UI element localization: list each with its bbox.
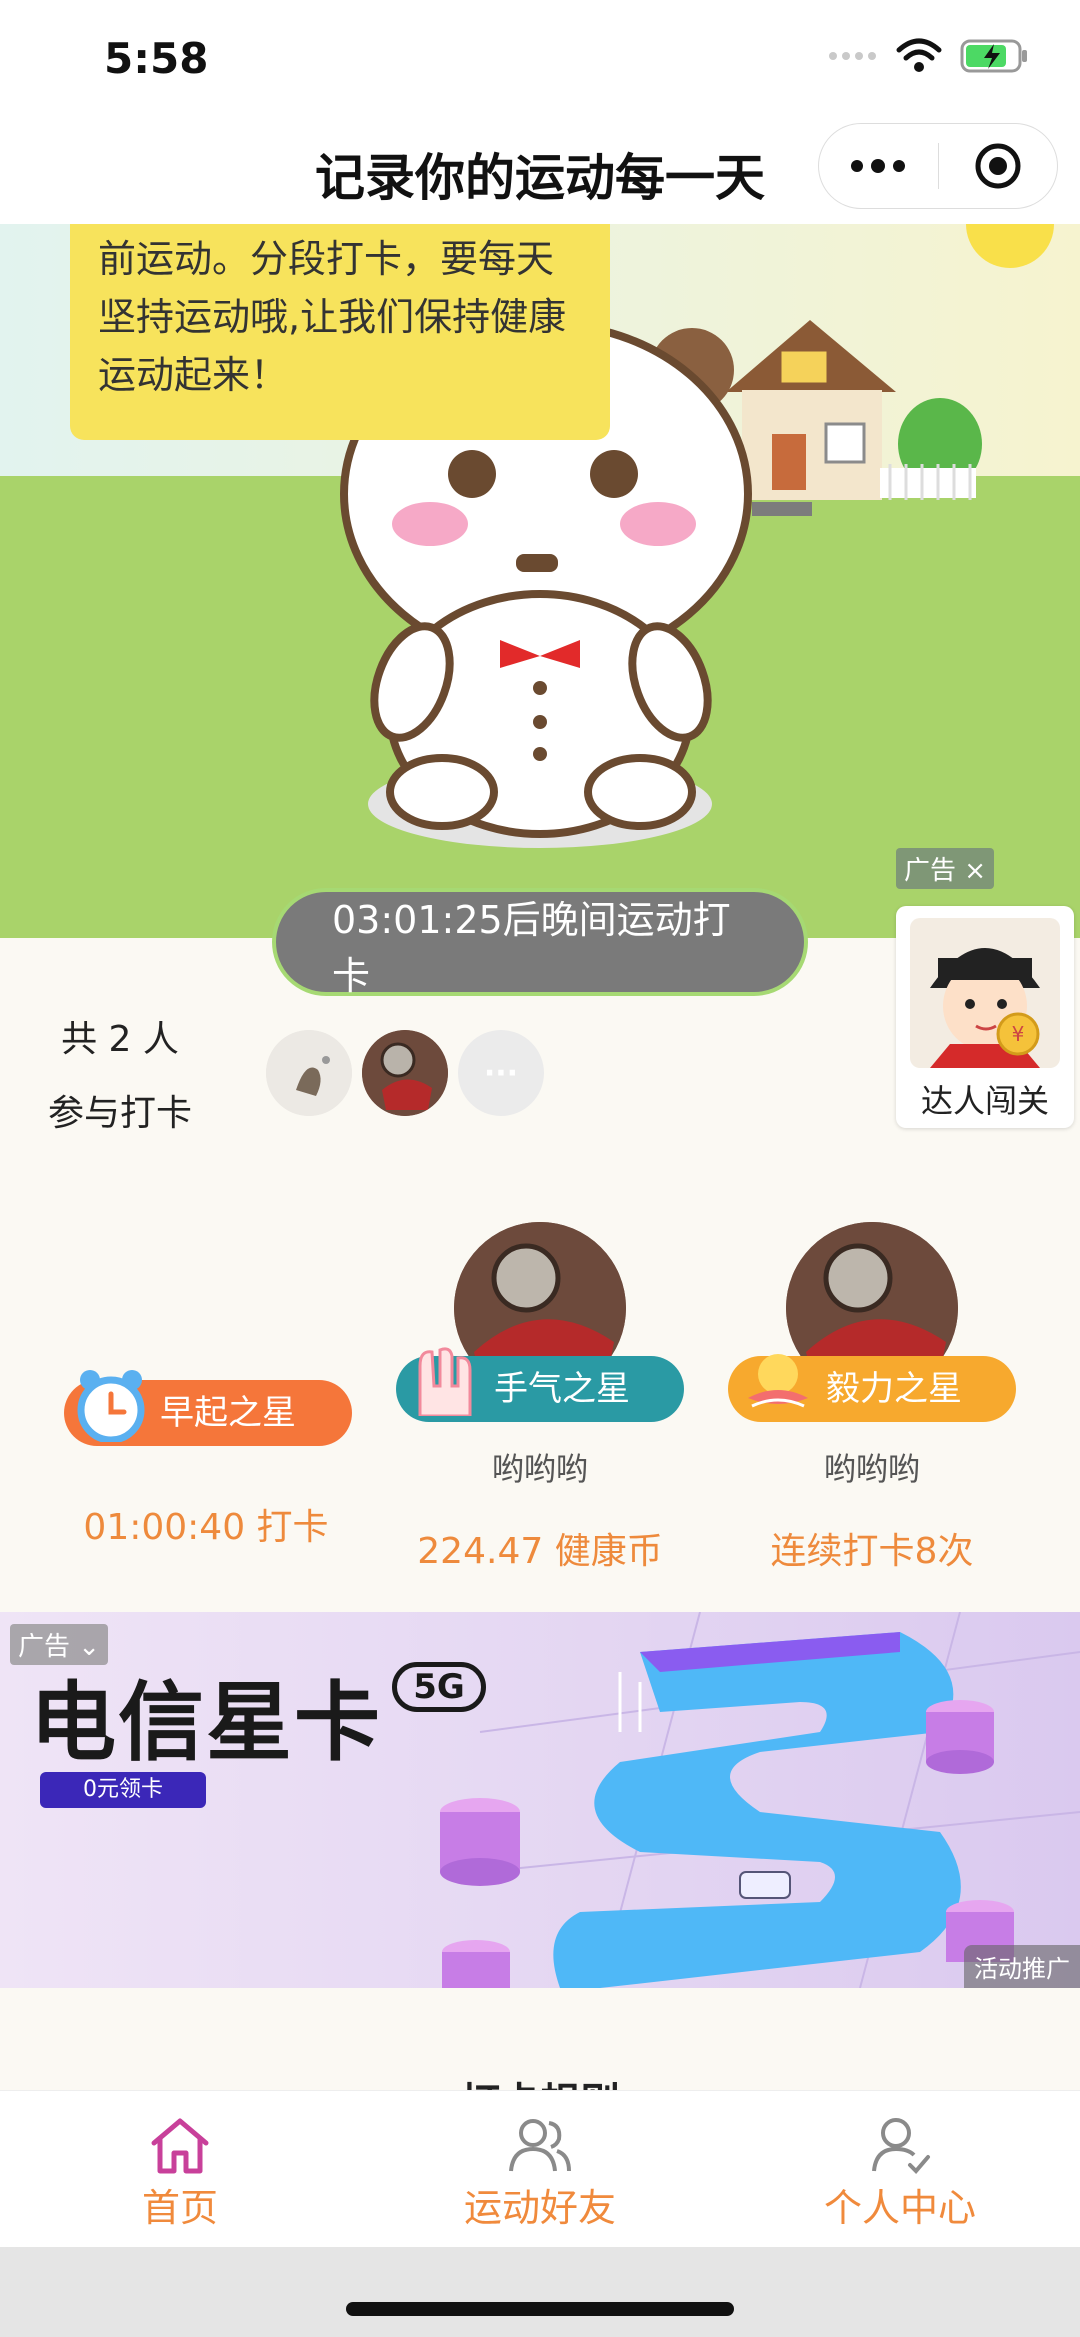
banner-promo-label: 活动推广 (964, 1945, 1080, 1988)
banner-claim-button[interactable]: 0元领卡 (40, 1772, 206, 1808)
wifi-icon (896, 38, 942, 72)
tab-user-center[interactable]: 个人中心 (720, 2091, 1080, 2248)
home-icon (151, 2118, 209, 2174)
status-icons (828, 38, 1030, 74)
home-indicator[interactable] (346, 2302, 734, 2316)
lucky-star-stat: 224.47 健康币 (417, 1531, 663, 1572)
hand-icon (418, 1347, 472, 1416)
banner-5g-badge: 5G (392, 1662, 486, 1712)
speech-bubble: 前运动。分段打卡，要每天 坚持运动哦,让我们保持健康 运动起来！ (70, 224, 610, 440)
target-close-icon (975, 143, 1021, 189)
status-time: 5:58 (104, 34, 209, 83)
countdown-text: 03:01:25后晚间运动打卡 (332, 898, 731, 998)
countdown-pill[interactable]: 03:01:25后晚间运动打卡 (272, 888, 808, 998)
close-icon[interactable]: × (964, 856, 986, 886)
persistence-star-name: 哟哟哟 (823, 1450, 920, 1488)
tab-user-center-label: 个人中心 (823, 2186, 976, 2230)
tab-bar: 首页 运动好友 个人中心 (0, 2090, 1080, 2247)
svg-text:¥: ¥ (1012, 1022, 1025, 1046)
signal-icon (829, 52, 876, 60)
tab-home[interactable]: 首页 (0, 2091, 360, 2248)
battery-charging-icon (960, 39, 1027, 73)
early-riser-stat: 01:00:40 打卡 (83, 1507, 329, 1548)
early-riser-badge-label: 早起之星 (160, 1393, 296, 1433)
more-button[interactable] (819, 124, 938, 208)
speech-line: 前运动。分段打卡，要每天 (98, 237, 555, 281)
participants-label: 参与打卡 (47, 1093, 192, 1134)
scholar-character-image: ¥ (910, 918, 1060, 1068)
chevron-down-icon: ⌄ (78, 1632, 101, 1662)
ad-tag-label: 广告 (904, 856, 957, 886)
persistence-star-badge-label: 毅力之星 (826, 1369, 962, 1409)
hero-scene: 前运动。分段打卡，要每天 坚持运动哦,让我们保持健康 运动起来！ (0, 224, 1080, 938)
speech-line: 坚持运动哦,让我们保持健康 (98, 295, 567, 339)
alarm-clock-icon (77, 1370, 145, 1442)
nav-bar: 记录你的运动每一天 (0, 120, 1080, 224)
more-participants-label: ··· (483, 1055, 519, 1091)
mini-program-capsule (818, 123, 1058, 209)
more-participants-button[interactable]: ··· (458, 1030, 544, 1116)
banner-ad-tag[interactable]: 广告 ⌄ (10, 1624, 109, 1665)
avatar[interactable] (362, 1030, 448, 1116)
banner-ad-tag-label: 广告 (18, 1632, 71, 1662)
status-bar: 5:58 (0, 0, 1080, 120)
speech-line: 运动起来！ (98, 353, 289, 397)
persistence-star-stat: 连续打卡8次 (770, 1531, 974, 1572)
lucky-star-name: 哟哟哟 (491, 1450, 588, 1488)
participants-count-text: 共 2 人 (61, 1019, 179, 1060)
home-indicator-area (0, 2247, 1080, 2337)
ad-card[interactable]: ¥ 达人闯关 (896, 906, 1074, 1128)
ad-card-label: 达人闯关 (920, 1082, 1049, 1120)
close-program-button[interactable] (939, 124, 1058, 208)
tab-friends-label: 运动好友 (463, 2186, 616, 2230)
user-center-icon (872, 2118, 930, 2174)
participants-count: 共 2 人 (0, 1010, 240, 1062)
telecom-banner-ad[interactable]: 电信星卡 5G 0元领卡 广告 ⌄ 活动推广 (0, 1612, 1080, 1988)
banner-title: 电信星卡 (30, 1673, 382, 1773)
lucky-star-badge-label: 手气之星 (494, 1369, 630, 1409)
tab-friends[interactable]: 运动好友 (360, 2091, 720, 2248)
more-dots-icon (851, 159, 906, 173)
tab-home-label: 首页 (141, 2186, 218, 2230)
avatar[interactable] (266, 1030, 352, 1116)
ad-tag[interactable]: 广告 × (896, 848, 995, 889)
chick-icon (748, 1354, 808, 1408)
friends-icon (509, 2119, 571, 2172)
